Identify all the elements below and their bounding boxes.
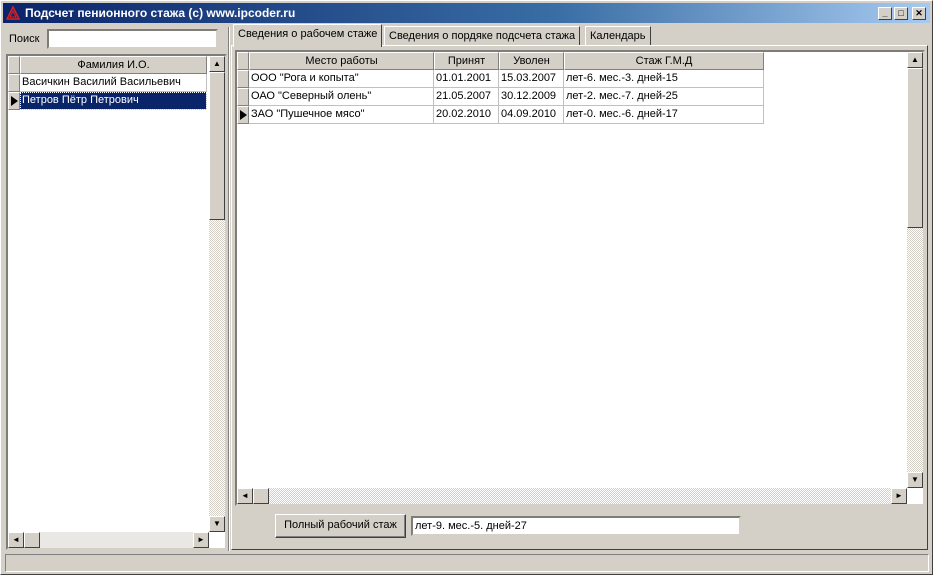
search-input[interactable] xyxy=(47,29,218,49)
scroll-right-icon[interactable]: ► xyxy=(193,532,209,548)
table-row[interactable]: ЗАО "Пушечное мясо" 20.02.2010 04.09.201… xyxy=(237,106,764,124)
cell-tenure[interactable]: лет-0. мес.-6. дней-17 xyxy=(564,106,764,124)
person-name[interactable]: Васичкин Василий Васильевич xyxy=(20,74,207,92)
people-grid[interactable]: Фамилия И.О. Васичкин Василий Васильевич… xyxy=(6,54,227,550)
column-header-tenure[interactable]: Стаж Г.М.Д xyxy=(564,52,764,70)
scroll-right-icon[interactable]: ► xyxy=(891,488,907,504)
cell-fired[interactable]: 30.12.2009 xyxy=(499,88,564,106)
title-bar[interactable]: Подсчет пенионного стажа (c) www.ipcoder… xyxy=(3,3,930,23)
row-pointer-icon xyxy=(240,110,247,120)
vertical-scrollbar[interactable]: ▲ ▼ xyxy=(907,52,923,488)
column-header-name[interactable]: Фамилия И.О. xyxy=(20,56,207,74)
table-row[interactable]: ООО "Рога и копыта" 01.01.2001 15.03.200… xyxy=(237,70,764,88)
jobs-grid[interactable]: Место работы Принят Уволен Стаж Г.М.Д ОО… xyxy=(235,50,925,506)
scroll-left-icon[interactable]: ◄ xyxy=(237,488,253,504)
cell-tenure[interactable]: лет-2. мес.-7. дней-25 xyxy=(564,88,764,106)
table-row[interactable]: ОАО "Северный олень" 21.05.2007 30.12.20… xyxy=(237,88,764,106)
table-row[interactable]: Васичкин Василий Васильевич xyxy=(8,74,207,92)
scroll-thumb[interactable] xyxy=(907,68,923,228)
search-label: Поиск xyxy=(9,33,40,45)
column-header-workplace[interactable]: Место работы xyxy=(249,52,434,70)
scroll-down-icon[interactable]: ▼ xyxy=(907,472,923,488)
scroll-left-icon[interactable]: ◄ xyxy=(8,532,24,548)
person-name[interactable]: Петров Пётр Петрович xyxy=(20,92,207,110)
window-title: Подсчет пенионного стажа (c) www.ipcoder… xyxy=(25,6,296,20)
column-header-fired[interactable]: Уволен xyxy=(499,52,564,70)
scroll-thumb[interactable] xyxy=(24,532,40,548)
tab-calculation-order[interactable]: Сведения о пордяке подсчета стажа xyxy=(384,26,581,46)
scroll-thumb[interactable] xyxy=(209,72,225,220)
splitter[interactable] xyxy=(228,27,230,551)
main-window: Подсчет пенионного стажа (c) www.ipcoder… xyxy=(0,0,933,575)
minimize-button[interactable]: _ xyxy=(878,7,892,20)
table-row[interactable]: Петров Пётр Петрович xyxy=(8,92,207,110)
cell-workplace[interactable]: ОАО "Северный олень" xyxy=(249,88,434,106)
cell-workplace[interactable]: ООО "Рога и копыта" xyxy=(249,70,434,88)
scroll-up-icon[interactable]: ▲ xyxy=(209,56,225,72)
total-tenure-field[interactable]: лет-9. мес.-5. дней-27 xyxy=(411,516,741,536)
app-icon xyxy=(6,6,20,20)
scroll-thumb[interactable] xyxy=(253,488,269,504)
scroll-up-icon[interactable]: ▲ xyxy=(907,52,923,68)
scroll-down-icon[interactable]: ▼ xyxy=(209,516,225,532)
cell-workplace[interactable]: ЗАО "Пушечное мясо" xyxy=(249,106,434,124)
grid-indicator-header xyxy=(237,52,249,70)
row-pointer-icon xyxy=(11,96,18,106)
tab-panel: Место работы Принят Уволен Стаж Г.М.Д ОО… xyxy=(231,45,928,550)
column-header-hired[interactable]: Принят xyxy=(434,52,499,70)
vertical-scrollbar[interactable]: ▲ ▼ xyxy=(209,56,225,532)
cell-hired[interactable]: 21.05.2007 xyxy=(434,88,499,106)
tab-work-history[interactable]: Сведения о рабочем стаже xyxy=(233,24,383,47)
horizontal-scrollbar[interactable]: ◄ ► xyxy=(237,488,907,504)
total-tenure-button[interactable]: Полный рабочий стаж xyxy=(275,514,406,538)
tab-calendar[interactable]: Календарь xyxy=(585,26,651,46)
cell-tenure[interactable]: лет-6. мес.-3. дней-15 xyxy=(564,70,764,88)
status-bar xyxy=(5,554,929,572)
close-button[interactable]: ✕ xyxy=(912,7,926,20)
cell-fired[interactable]: 04.09.2010 xyxy=(499,106,564,124)
grid-indicator-header xyxy=(8,56,20,74)
cell-fired[interactable]: 15.03.2007 xyxy=(499,70,564,88)
horizontal-scrollbar[interactable]: ◄ ► xyxy=(8,532,209,548)
cell-hired[interactable]: 20.02.2010 xyxy=(434,106,499,124)
maximize-button[interactable]: □ xyxy=(894,7,908,20)
cell-hired[interactable]: 01.01.2001 xyxy=(434,70,499,88)
